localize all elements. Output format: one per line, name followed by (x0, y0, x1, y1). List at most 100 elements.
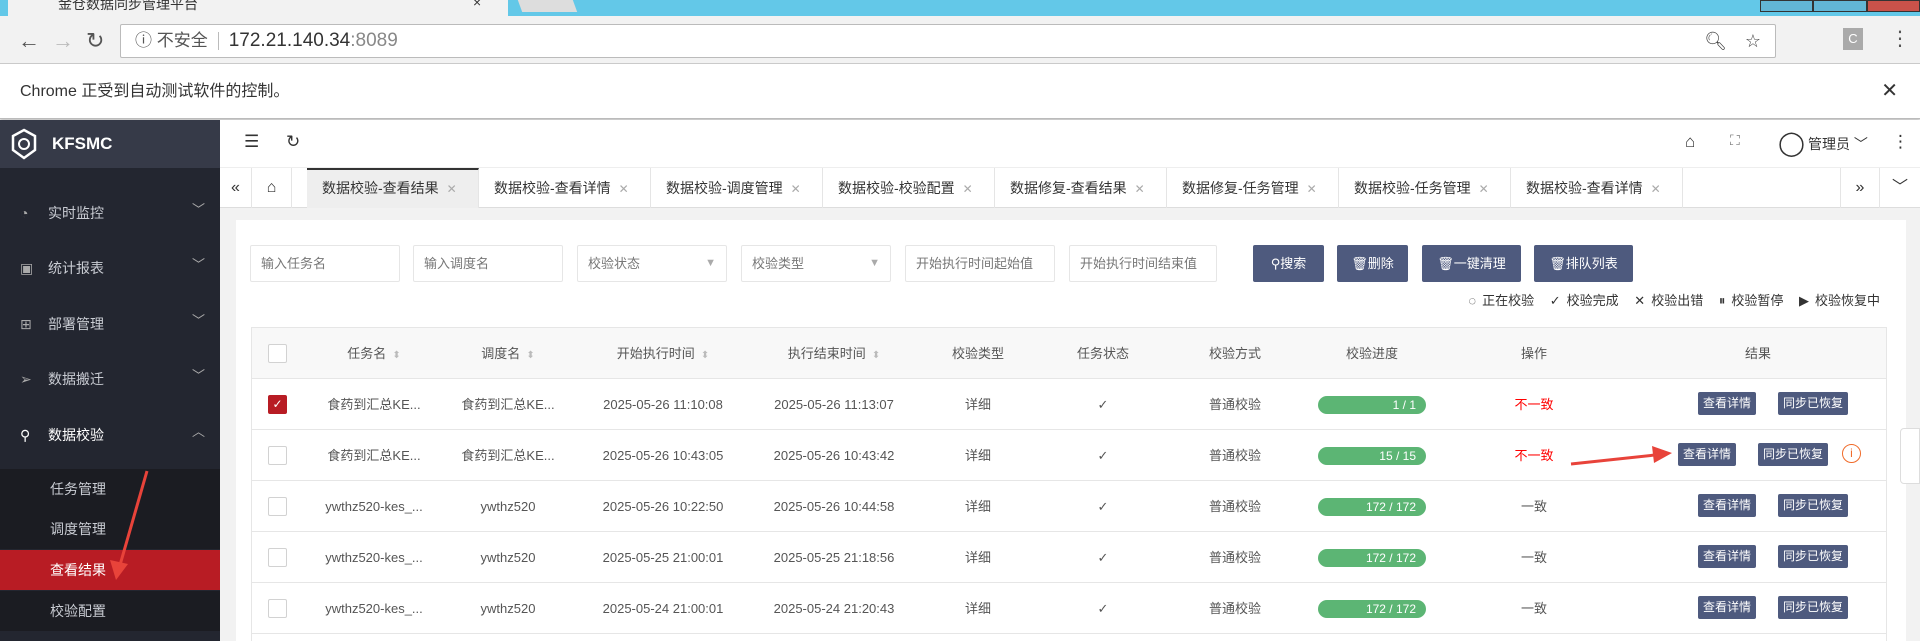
sync-restored-button[interactable]: 同步已恢复 (1758, 443, 1829, 466)
maximize-button[interactable] (1813, 0, 1867, 12)
sidebar-item-monitor[interactable]: ◔ 实时监控 ﹀ (0, 193, 220, 233)
tabs-scroll-right-icon[interactable]: » (1840, 168, 1880, 208)
more-icon[interactable]: ⋮ (1892, 132, 1909, 152)
status-select[interactable]: 校验状态 ▼ (577, 245, 727, 282)
sort-icon[interactable]: ⬍ (872, 350, 880, 361)
task-name-input[interactable]: 输入任务名 (250, 245, 400, 282)
column-header[interactable]: 开始执行时间 ⬍ (617, 328, 709, 379)
view-detail-button[interactable]: 查看详情 (1698, 494, 1757, 517)
status-select-label: 校验状态 (588, 256, 641, 271)
tab-3[interactable]: 数据校验-校验配置 ✕ (823, 168, 995, 208)
queue-list-button[interactable]: 🗑︎排队列表 (1534, 245, 1633, 282)
tab-7[interactable]: 数据校验-查看详情 ✕ (1511, 168, 1683, 208)
tabs-dropdown-icon[interactable]: ﹀ (1880, 168, 1920, 208)
minimize-button[interactable] (1760, 0, 1814, 12)
row-checkbox[interactable] (268, 599, 287, 618)
close-tab-icon[interactable]: ✕ (1307, 182, 1317, 196)
window-controls (1760, 0, 1920, 12)
tabs-scroll-left-icon[interactable]: « (220, 168, 252, 208)
close-window-button[interactable] (1866, 0, 1920, 12)
close-tab-icon[interactable]: ✕ (791, 182, 801, 196)
home-tab-icon[interactable]: ⌂ (252, 168, 292, 208)
back-icon[interactable]: ← (18, 28, 40, 54)
view-detail-button[interactable]: 查看详情 (1698, 596, 1757, 619)
forward-icon[interactable]: → (52, 28, 74, 54)
info-icon[interactable]: ⓘ (135, 31, 157, 50)
view-detail-button[interactable]: 查看详情 (1678, 443, 1737, 466)
sort-icon[interactable]: ⬍ (392, 350, 400, 361)
close-infobar-icon[interactable]: ✕ (1881, 64, 1898, 119)
tab-0[interactable]: 数据校验-查看结果 ✕ (307, 168, 479, 208)
browser-tab[interactable]: 金仓数据同步管理平台 × (8, 0, 508, 16)
sidebar-sub-schedule[interactable]: 调度管理 (0, 509, 220, 549)
caret-down-icon: ▼ (869, 257, 880, 269)
zoom-icon[interactable]: 🔍︎ (1704, 25, 1727, 57)
close-tab-icon[interactable]: ✕ (619, 182, 629, 196)
close-tab-icon[interactable]: ✕ (963, 182, 973, 196)
view-detail-button[interactable]: 查看详情 (1698, 392, 1757, 415)
start-to-input[interactable]: 开始执行时间结束值 (1069, 245, 1217, 282)
sidebar-item-reports[interactable]: ▣ 统计报表 ﹀ (0, 248, 220, 288)
column-header[interactable]: 调度名 ⬍ (481, 328, 534, 379)
close-tab-icon[interactable]: ✕ (1135, 182, 1145, 196)
row-checkbox[interactable] (268, 497, 287, 516)
view-detail-button[interactable]: 查看详情 (1698, 545, 1757, 568)
clear-all-button[interactable]: 🗑︎一键清理 (1422, 245, 1521, 282)
tag-icon[interactable]: ⌂ (1685, 132, 1695, 152)
row-checkbox[interactable] (268, 446, 287, 465)
schedule-name-input[interactable]: 输入调度名 (413, 245, 563, 282)
spinner-icon: ◌ (1468, 293, 1477, 308)
row-checkbox[interactable] (268, 548, 287, 567)
progress-bar: 172 / 172 (1318, 600, 1426, 618)
search-icon: ⚲ (1270, 256, 1281, 271)
sidebar-item-migration[interactable]: ➢ 数据搬迁 ﹀ (0, 359, 220, 399)
row-checkbox[interactable]: ✓ (268, 395, 287, 414)
start-from-input[interactable]: 开始执行时间起始值 (905, 245, 1055, 282)
fullscreen-icon[interactable]: ⛶ (1730, 132, 1740, 149)
select-all-checkbox[interactable] (268, 344, 287, 363)
task-name: ywthz520-kes_... (325, 499, 423, 514)
start-time: 2025-05-25 21:00:01 (602, 550, 724, 565)
tab-4[interactable]: 数据修复-查看结果 ✕ (995, 168, 1167, 208)
tab-label: 数据校验-查看详情 (1526, 180, 1643, 196)
address-bar[interactable]: ⓘ 不安全 172.21.140.34:8089 🔍︎ ☆ (120, 24, 1776, 58)
sort-icon[interactable]: ⬍ (701, 350, 709, 361)
tab-2[interactable]: 数据校验-调度管理 ✕ (651, 168, 823, 208)
refresh-icon[interactable]: ↻ (286, 132, 300, 152)
info-icon[interactable]: i (1842, 444, 1861, 463)
browser-menu-icon[interactable]: ⋮ (1890, 26, 1910, 51)
legend-done: ✓ 校验完成 (1544, 293, 1619, 308)
sidebar-sub-task[interactable]: 任务管理 (0, 469, 220, 509)
tab-1[interactable]: 数据校验-查看详情 ✕ (479, 168, 651, 208)
side-scroll-handle[interactable] (1900, 428, 1920, 484)
schedule-name: ywthz520 (480, 550, 536, 565)
tab-5[interactable]: 数据修复-任务管理 ✕ (1167, 168, 1339, 208)
collapse-menu-icon[interactable]: ☰ (244, 132, 259, 152)
close-tab-icon[interactable]: ✕ (1479, 182, 1489, 196)
close-tab-icon[interactable]: × (473, 0, 481, 9)
schedule-name: 食药到汇总KE... (461, 448, 555, 463)
new-tab-button[interactable] (517, 0, 578, 12)
bookmark-star-icon[interactable]: ☆ (1745, 25, 1761, 57)
extension-icon[interactable]: C (1843, 28, 1863, 50)
close-tab-icon[interactable]: ✕ (1651, 182, 1661, 196)
sidebar-item-deploy[interactable]: ⊞ 部署管理 ﹀ (0, 304, 220, 344)
tab-6[interactable]: 数据校验-任务管理 ✕ (1339, 168, 1511, 208)
reload-icon[interactable]: ↻ (86, 28, 104, 54)
sort-icon[interactable]: ⬍ (526, 350, 534, 361)
sidebar-item-verify[interactable]: ⚲ 数据校验 ︿ (0, 415, 220, 455)
avatar-icon[interactable]: ◯ (1778, 129, 1805, 158)
column-header[interactable]: 执行结束时间 ⬍ (788, 328, 880, 379)
sync-restored-button[interactable]: 同步已恢复 (1778, 392, 1849, 415)
sync-restored-button[interactable]: 同步已恢复 (1778, 596, 1849, 619)
delete-button[interactable]: 🗑︎删除 (1337, 245, 1408, 282)
sync-restored-button[interactable]: 同步已恢复 (1778, 545, 1849, 568)
sidebar-sub-config[interactable]: 校验配置 (0, 591, 220, 631)
close-tab-icon[interactable]: ✕ (447, 182, 457, 196)
type-select[interactable]: 校验类型 ▼ (741, 245, 891, 282)
sync-restored-button[interactable]: 同步已恢复 (1778, 494, 1849, 517)
user-menu[interactable]: 管理员 ﹀ (1808, 134, 1868, 154)
sidebar-sub-results[interactable]: 查看结果 (0, 550, 220, 590)
search-button[interactable]: ⚲搜索 (1253, 245, 1324, 282)
column-header[interactable]: 任务名 ⬍ (347, 328, 400, 379)
